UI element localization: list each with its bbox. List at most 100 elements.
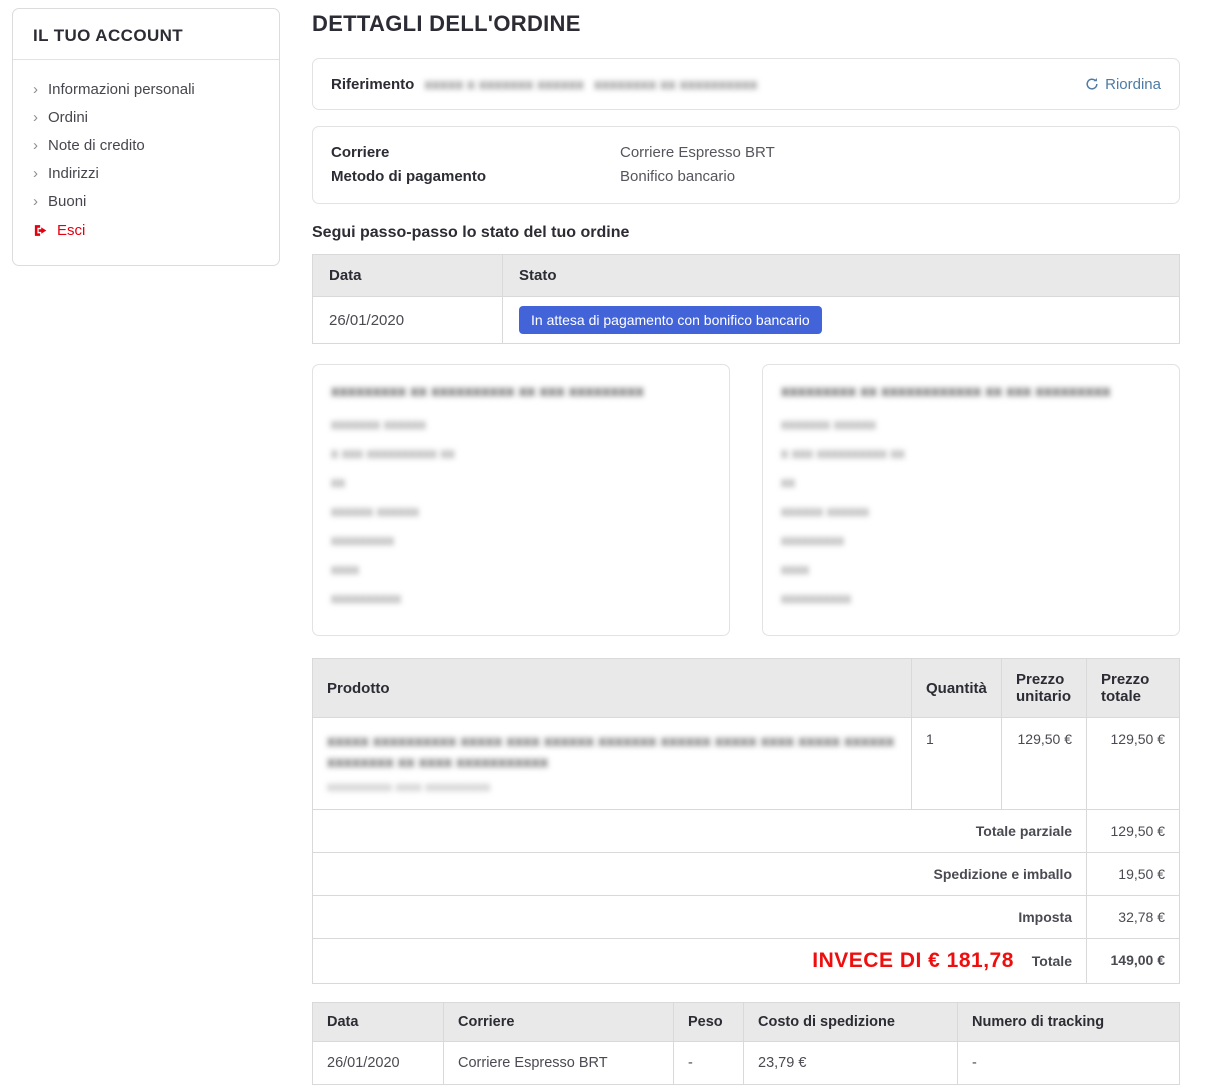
redacted-address-line: xxxx bbox=[781, 561, 809, 577]
subtotal-value: 129,50 € bbox=[1086, 809, 1180, 853]
logout-label: Esci bbox=[57, 221, 86, 239]
shipping-date-cell: 26/01/2020 bbox=[312, 1041, 444, 1085]
shipping-weight-cell: - bbox=[673, 1041, 744, 1085]
redacted-address-line: xxxxxxx xxxxxx bbox=[781, 416, 876, 432]
shipping-header-tracking: Numero di tracking bbox=[957, 1002, 1180, 1042]
chevron-right-icon: › bbox=[33, 80, 38, 98]
product-total-price-cell: 129,50 € bbox=[1086, 717, 1180, 810]
shipping-cost-label: Spedizione e imballo bbox=[312, 852, 1087, 896]
shipping-tracking-cell: - bbox=[957, 1041, 1180, 1085]
product-unit-price-cell: 129,50 € bbox=[1001, 717, 1087, 810]
sidebar-title: IL TUO ACCOUNT bbox=[13, 9, 279, 60]
sidebar-item-indirizzi[interactable]: › Indirizzi bbox=[33, 159, 259, 187]
original-price-note: INVECE DI € 181,78 bbox=[812, 949, 1014, 972]
tax-label: Imposta bbox=[312, 895, 1087, 939]
chevron-right-icon: › bbox=[33, 108, 38, 126]
status-table: Data Stato 26/01/2020 In attesa di pagam… bbox=[312, 254, 1180, 344]
sidebar-item-informazioni-personali[interactable]: › Informazioni personali bbox=[33, 75, 259, 103]
reorder-label: Riordina bbox=[1105, 75, 1161, 93]
status-section-heading: Segui passo-passo lo stato del tuo ordin… bbox=[312, 224, 630, 241]
shipping-header-carrier: Corriere bbox=[443, 1002, 674, 1042]
sidebar-item-label: Buoni bbox=[48, 192, 87, 210]
redacted-order-date: xxxxxxxx xx xxxxxxxxxx bbox=[593, 76, 758, 92]
grand-total-label-cell: INVECE DI € 181,78 Totale bbox=[312, 938, 1087, 984]
shipping-table: Data Corriere Peso Costo di spedizione N… bbox=[312, 1002, 1180, 1085]
product-header-product: Prodotto bbox=[312, 658, 912, 718]
shipping-address-card: xxxxxxxxx xx xxxxxxxxxx xx xxx xxxxxxxxx… bbox=[312, 364, 730, 636]
carrier-value: Corriere Espresso BRT bbox=[620, 144, 775, 161]
payment-method-value: Bonifico bancario bbox=[620, 168, 736, 185]
page-title: DETTAGLI DELL'ORDINE bbox=[312, 11, 581, 36]
product-quantity-cell: 1 bbox=[911, 717, 1002, 810]
addresses-row: xxxxxxxxx xx xxxxxxxxxx xx xxx xxxxxxxxx… bbox=[312, 364, 1180, 636]
shipping-header-weight: Peso bbox=[673, 1002, 744, 1042]
carrier-payment-card: Corriere Corriere Espresso BRT Metodo di… bbox=[312, 126, 1180, 204]
redacted-address-line: x xxx xxxxxxxxxx xx bbox=[781, 445, 905, 461]
product-header-unit-price: Prezzo unitario bbox=[1001, 658, 1087, 718]
product-header-total-price: Prezzo totale bbox=[1086, 658, 1180, 718]
grand-total-value: 149,00 € bbox=[1086, 938, 1180, 984]
tax-value: 32,78 € bbox=[1086, 895, 1180, 939]
redacted-address-line: xx bbox=[331, 474, 345, 490]
chevron-right-icon: › bbox=[33, 136, 38, 154]
redacted-product-reference: xxxxxxxxxx xxxx xxxxxxxxxx bbox=[327, 779, 491, 794]
redacted-shipping-address-title: xxxxxxxxx xx xxxxxxxxxx xx xxx xxxxxxxxx bbox=[331, 383, 644, 400]
redacted-address-line: xxxxxxxxx bbox=[331, 532, 394, 548]
redacted-address-line: xxxxxxxxxx bbox=[781, 590, 851, 606]
shipping-header-date: Data bbox=[312, 1002, 444, 1042]
sidebar-item-logout[interactable]: Esci bbox=[33, 215, 259, 245]
redacted-address-line: x xxx xxxxxxxxxx xx bbox=[331, 445, 455, 461]
billing-address-card: xxxxxxxxx xx xxxxxxxxxxxx xx xxx xxxxxxx… bbox=[762, 364, 1180, 636]
chevron-right-icon: › bbox=[33, 164, 38, 182]
redacted-address-line: xxxxxxxxx bbox=[781, 532, 844, 548]
shipping-carrier-cell: Corriere Espresso BRT bbox=[443, 1041, 674, 1085]
status-badge: In attesa di pagamento con bonifico banc… bbox=[519, 306, 822, 334]
payment-method-row: Metodo di pagamento Bonifico bancario bbox=[331, 165, 1161, 189]
sidebar-item-label: Informazioni personali bbox=[48, 80, 195, 98]
shipping-header-row: Data Corriere Peso Costo di spedizione N… bbox=[312, 1002, 1180, 1042]
status-row: 26/01/2020 In attesa di pagamento con bo… bbox=[312, 296, 1180, 344]
subtotal-row: Totale parziale 129,50 € bbox=[312, 809, 1180, 853]
status-header-row: Data Stato bbox=[312, 254, 1180, 297]
sidebar-item-label: Ordini bbox=[48, 108, 89, 126]
account-sidebar: IL TUO ACCOUNT › Informazioni personali … bbox=[12, 8, 280, 266]
shipping-cost-value: 19,50 € bbox=[1086, 852, 1180, 896]
subtotal-label: Totale parziale bbox=[312, 809, 1087, 853]
product-header-row: Prodotto Quantità Prezzo unitario Prezzo… bbox=[312, 658, 1180, 718]
status-badge-cell: In attesa di pagamento con bonifico banc… bbox=[502, 296, 1180, 344]
product-row: xxxxx xxxxxxxxxx xxxxx xxxx xxxxxx xxxxx… bbox=[312, 717, 1180, 810]
product-table: Prodotto Quantità Prezzo unitario Prezzo… bbox=[312, 658, 1180, 984]
logout-icon bbox=[33, 223, 48, 238]
reference-label: Riferimento bbox=[331, 75, 415, 93]
product-header-quantity: Quantità bbox=[911, 658, 1002, 718]
sidebar-item-ordini[interactable]: › Ordini bbox=[33, 103, 259, 131]
redacted-billing-address-title: xxxxxxxxx xx xxxxxxxxxxxx xx xxx xxxxxxx… bbox=[781, 383, 1111, 400]
payment-method-label: Metodo di pagamento bbox=[331, 168, 486, 185]
status-date-cell: 26/01/2020 bbox=[312, 296, 503, 344]
redacted-address-line: xxxxxx xxxxxx bbox=[331, 503, 419, 519]
grand-total-row: INVECE DI € 181,78 Totale 149,00 € bbox=[312, 938, 1180, 984]
redacted-address-line: xxxxxxxxxx bbox=[331, 590, 401, 606]
grand-total-label: Totale bbox=[1031, 953, 1072, 969]
redacted-product-name-line: xxxxxxxx xx xxxx xxxxxxxxxxx bbox=[327, 754, 549, 771]
reorder-button[interactable]: Riordina bbox=[1085, 76, 1161, 93]
sidebar-item-label: Indirizzi bbox=[48, 164, 99, 182]
shipping-cost-cell: 23,79 € bbox=[743, 1041, 958, 1085]
chevron-right-icon: › bbox=[33, 192, 38, 210]
product-name-cell: xxxxx xxxxxxxxxx xxxxx xxxx xxxxxx xxxxx… bbox=[312, 717, 912, 810]
shipping-header-cost: Costo di spedizione bbox=[743, 1002, 958, 1042]
shipping-row: 26/01/2020 Corriere Espresso BRT - 23,79… bbox=[312, 1041, 1180, 1085]
carrier-row: Corriere Corriere Espresso BRT bbox=[331, 141, 1161, 165]
redacted-product-name-line: xxxxx xxxxxxxxxx xxxxx xxxx xxxxxx xxxxx… bbox=[327, 733, 895, 750]
sidebar-item-note-di-credito[interactable]: › Note di credito bbox=[33, 131, 259, 159]
tax-row: Imposta 32,78 € bbox=[312, 895, 1180, 939]
redacted-address-line: xxxx bbox=[331, 561, 359, 577]
carrier-label: Corriere bbox=[331, 144, 390, 161]
sidebar-nav: › Informazioni personali › Ordini › Note… bbox=[13, 60, 279, 265]
status-header-date: Data bbox=[312, 254, 503, 297]
redacted-address-line: xx bbox=[781, 474, 795, 490]
sidebar-item-label: Note di credito bbox=[48, 136, 145, 154]
sidebar-item-buoni[interactable]: › Buoni bbox=[33, 187, 259, 215]
order-details-main: DETTAGLI DELL'ORDINE Riferimento xxxxx x… bbox=[312, 0, 1180, 1085]
status-header-status: Stato bbox=[502, 254, 1180, 297]
